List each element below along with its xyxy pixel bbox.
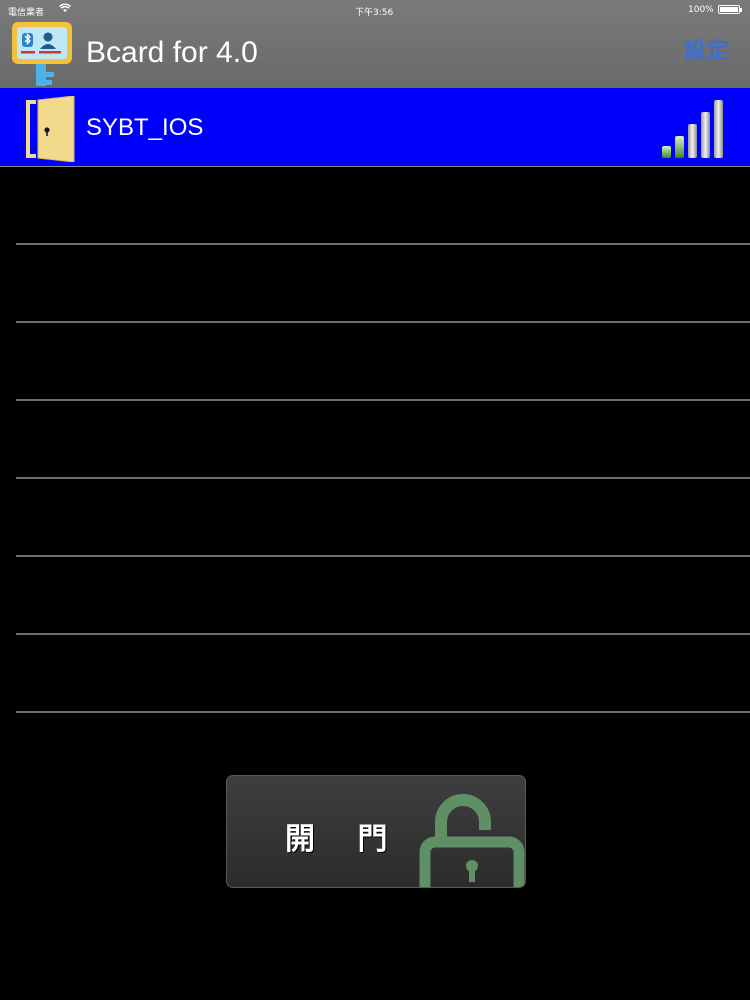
status-bar: 電信業者 下午3:56 100% — [0, 0, 750, 22]
device-name: SYBT_IOS — [86, 114, 204, 141]
row-separator — [16, 633, 750, 635]
app-title: Bcard for 4.0 — [86, 36, 258, 69]
open-door-button[interactable]: 開 門 — [226, 775, 526, 888]
carrier-label: 電信業者 — [8, 8, 45, 18]
status-time: 下午3:56 — [355, 8, 394, 18]
wifi-icon — [59, 3, 71, 16]
battery-nub — [740, 8, 742, 12]
row-separator — [16, 711, 750, 713]
battery-icon — [718, 5, 740, 14]
nav-bar: 電信業者 下午3:56 100% Bcard for 4.0 設定 — [0, 0, 750, 88]
row-separator — [16, 555, 750, 557]
bluetooth-card-key-icon — [10, 20, 74, 88]
row-separator — [16, 399, 750, 401]
door-icon — [22, 95, 78, 163]
row-separator — [16, 243, 750, 245]
row-separator — [16, 321, 750, 323]
battery-percentage: 100% — [688, 5, 714, 15]
row-separator — [16, 477, 750, 479]
app-screen: 電信業者 下午3:56 100% Bcard for 4.0 設定 SYBT_I… — [0, 0, 750, 1000]
open-door-label: 開 門 — [285, 822, 404, 857]
unlocked-padlock-icon — [419, 786, 525, 887]
device-row-sybt-ios[interactable]: SYBT_IOS — [0, 88, 750, 167]
settings-button[interactable]: 設定 — [684, 33, 730, 65]
signal-strength-icon — [660, 98, 730, 160]
